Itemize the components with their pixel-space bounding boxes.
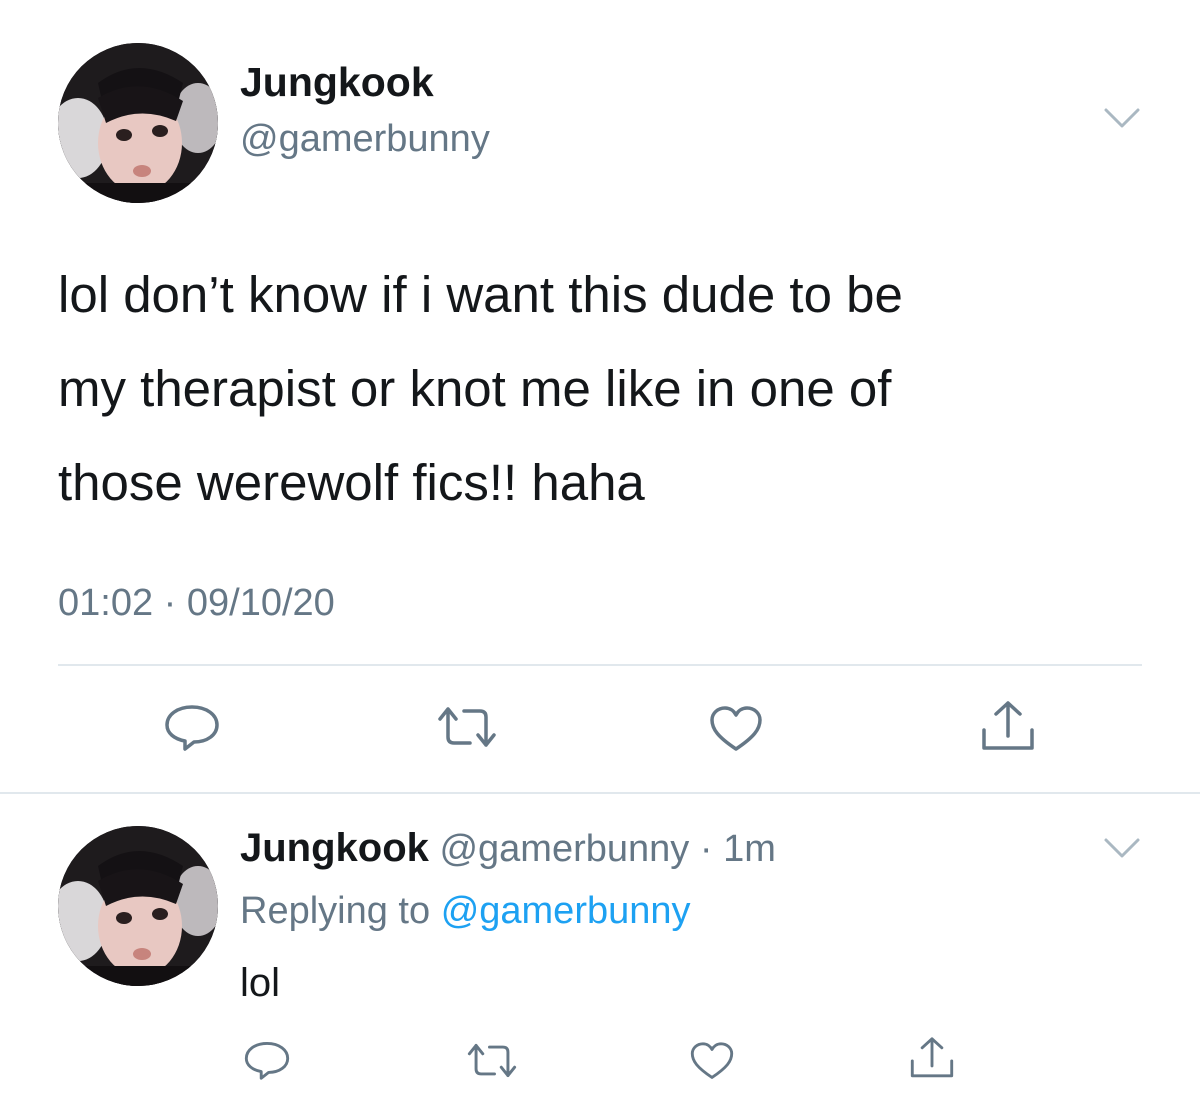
tweet-text: lol bbox=[240, 961, 281, 1005]
retweet-arrows-icon bbox=[467, 1043, 517, 1078]
share-upload-icon bbox=[910, 1037, 954, 1078]
like-button[interactable] bbox=[689, 1041, 735, 1081]
share-upload-icon bbox=[982, 701, 1034, 750]
heart-icon bbox=[710, 706, 762, 751]
profile-photo bbox=[58, 826, 218, 986]
tweet-timestamp[interactable]: 01:02 · 09/10/20 bbox=[58, 584, 335, 622]
heart-icon bbox=[690, 1042, 734, 1079]
reply-button[interactable] bbox=[163, 703, 221, 751]
share-button[interactable] bbox=[980, 700, 1036, 754]
speech-bubble-icon bbox=[165, 705, 219, 751]
divider bbox=[58, 664, 1142, 666]
speech-bubble-icon bbox=[244, 1042, 290, 1080]
replying-label: Replying to bbox=[240, 890, 431, 932]
like-button[interactable] bbox=[708, 705, 764, 753]
display-name[interactable]: Jungkook bbox=[240, 826, 429, 870]
chevron-down-icon[interactable] bbox=[1102, 104, 1142, 132]
retweet-arrows-icon bbox=[438, 707, 496, 747]
replying-to: Replying to @gamerbunny bbox=[240, 892, 691, 930]
meta-separator: · bbox=[689, 828, 724, 870]
chevron-down-icon[interactable] bbox=[1102, 834, 1142, 862]
share-button[interactable] bbox=[909, 1036, 955, 1081]
avatar[interactable] bbox=[58, 826, 218, 986]
profile-photo bbox=[58, 43, 218, 203]
tweet-text-line: those werewolf fics!! haha bbox=[58, 454, 645, 511]
avatar[interactable] bbox=[58, 43, 218, 203]
tweet-text-line: lol don’t know if i want this dude to be bbox=[58, 266, 903, 323]
tweet-text-line: my therapist or knot me like in one of bbox=[58, 360, 892, 417]
divider bbox=[0, 792, 1200, 794]
user-handle[interactable]: @gamerbunny bbox=[439, 828, 689, 870]
meta-separator: · bbox=[163, 582, 177, 624]
tweet-date: 09/10/20 bbox=[186, 582, 335, 624]
replying-to-link[interactable]: @gamerbunny bbox=[441, 890, 691, 932]
user-handle[interactable]: @gamerbunny bbox=[240, 120, 490, 158]
retweet-button[interactable] bbox=[466, 1042, 518, 1079]
display-name[interactable]: Jungkook bbox=[240, 62, 434, 103]
tweet-time-ago[interactable]: 1m bbox=[723, 828, 776, 870]
tweet-text: lol don’t know if i want this dude to be… bbox=[58, 248, 1158, 530]
tweet-time: 01:02 bbox=[58, 582, 154, 624]
reply-button[interactable] bbox=[243, 1040, 291, 1080]
retweet-button[interactable] bbox=[436, 705, 498, 749]
reply-header: Jungkook @gamerbunny · 1m bbox=[240, 828, 776, 868]
